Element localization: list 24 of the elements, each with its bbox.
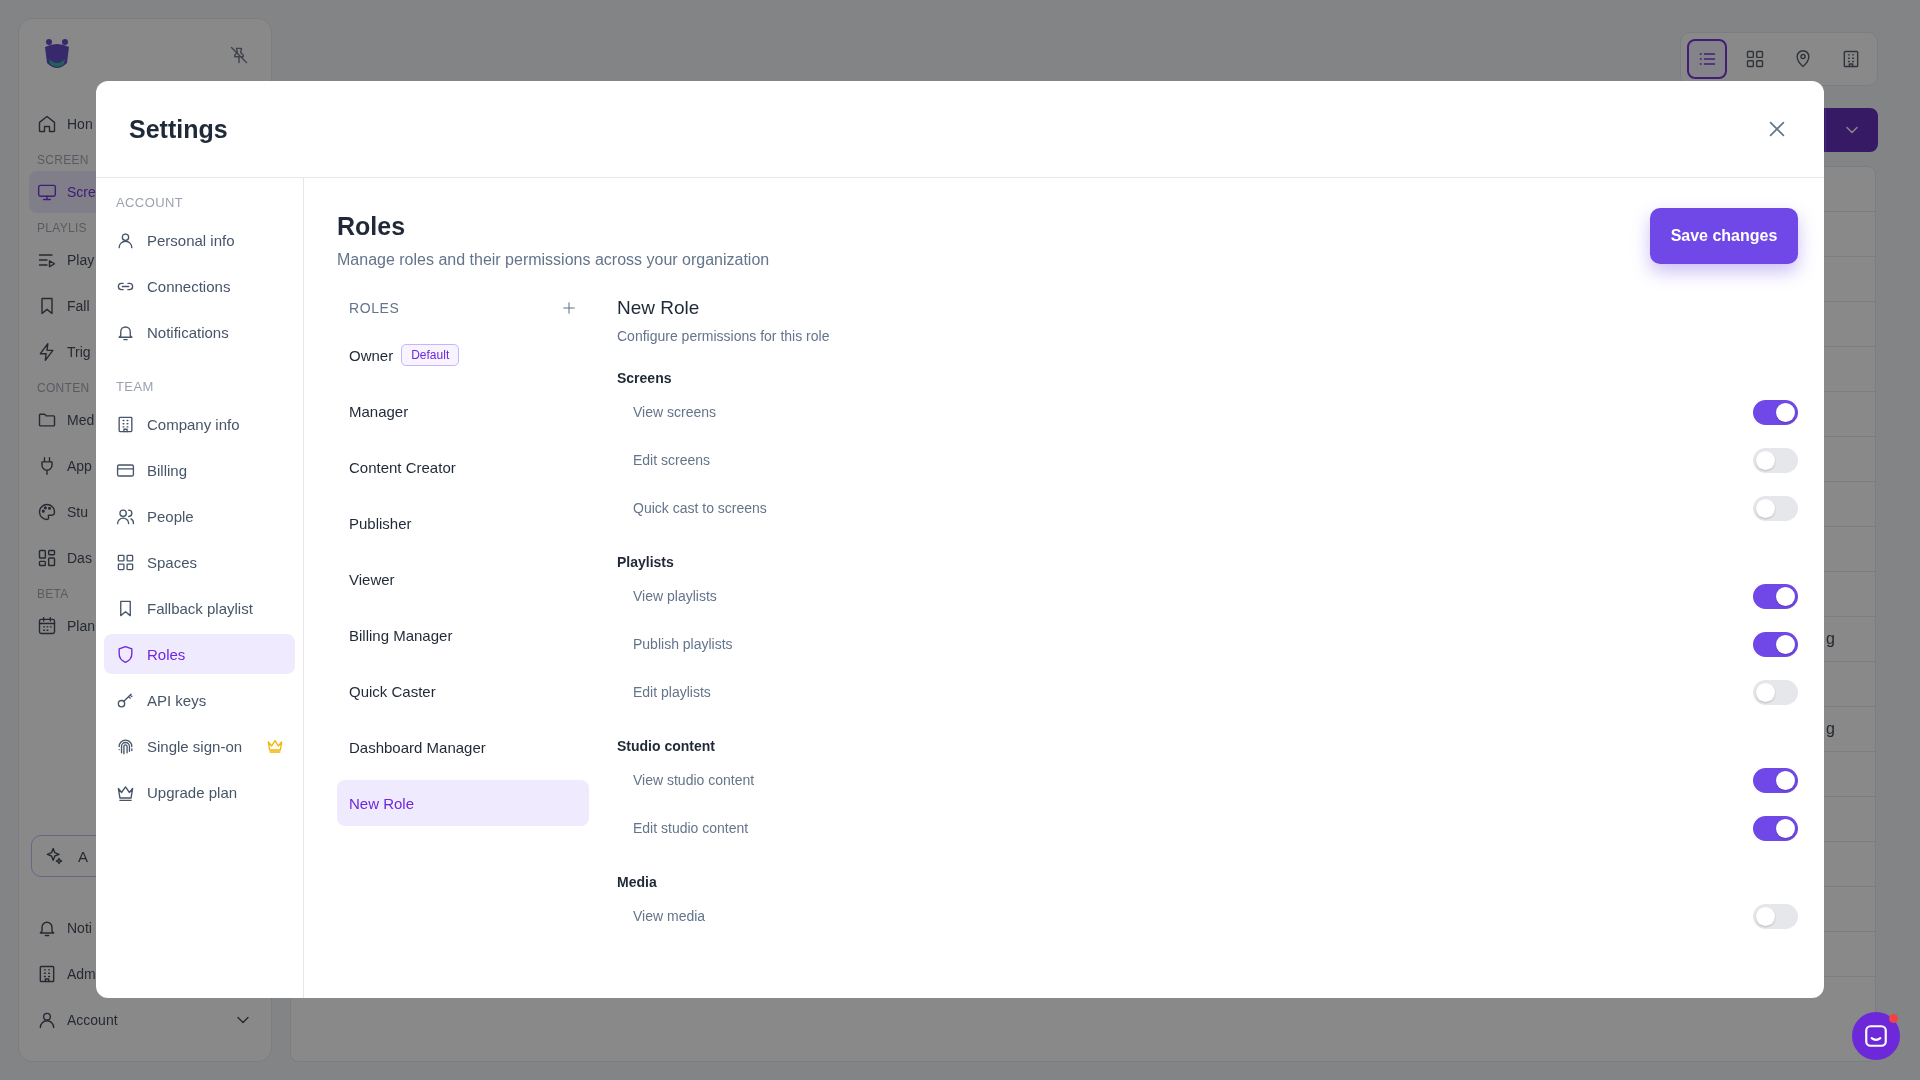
group-title: Playlists [617, 553, 675, 572]
default-badge: Default [401, 344, 460, 366]
section-label: ROLES [349, 300, 400, 316]
section-label: TEAM [115, 377, 155, 396]
group-title: Screens [617, 369, 673, 388]
permission-label: View playlists [633, 588, 717, 604]
permission-label: View media [633, 908, 706, 924]
permission-label: Edit studio content [633, 820, 749, 836]
role-title: New Role [617, 296, 701, 320]
permission-label: Edit screens [633, 452, 711, 468]
page-subtitle: Manage roles and their permissions across your organization [337, 251, 770, 269]
permission-label: Edit playlists [633, 684, 711, 700]
page-title: Roles [337, 212, 407, 241]
permission-label: Quick cast to screens [633, 500, 767, 516]
group-title: Media [617, 873, 658, 892]
table-cell: g [1826, 720, 1835, 738]
group-title: Studio content [617, 737, 716, 756]
role-subtitle: Configure permissions for this role [617, 327, 831, 346]
section-label: ACCOUNT [115, 193, 185, 212]
dialog-title: Settings [129, 114, 228, 144]
table-cell: g [1826, 630, 1835, 648]
permission-label: View screens [633, 404, 716, 420]
permission-label: Publish playlists [633, 636, 733, 652]
permission-label: View studio content [633, 772, 755, 788]
